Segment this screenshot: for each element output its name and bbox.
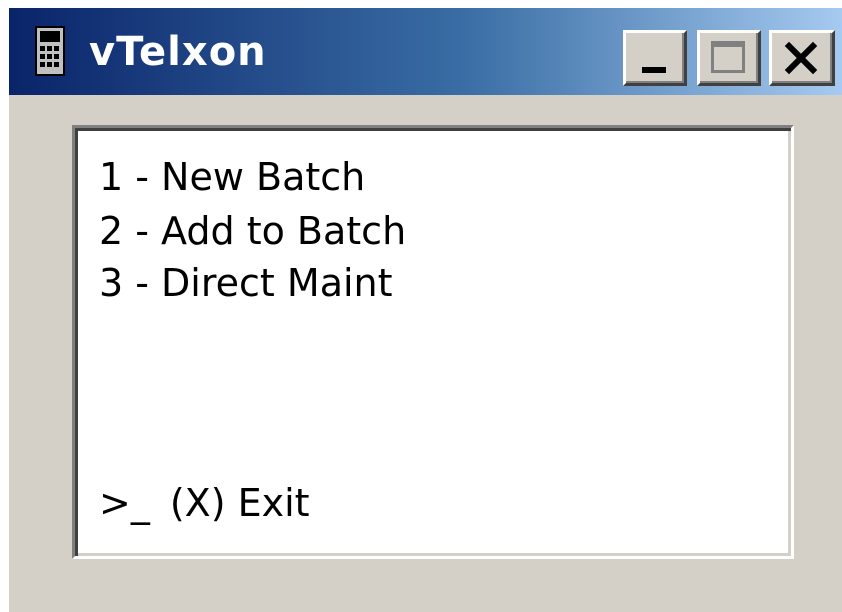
menu-option-add-to-batch[interactable]: 2 - Add to Batch	[99, 204, 406, 258]
close-icon	[780, 37, 822, 79]
window-title: vTelxon	[89, 29, 267, 75]
vtelxon-window: vTelxon 1 - New Batch 2 - Add to Batch 3…	[9, 8, 842, 612]
maximize-icon	[711, 41, 745, 73]
command-prompt-line[interactable]: >_ (X) Exit	[99, 476, 310, 530]
menu-option-direct-maint[interactable]: 3 - Direct Maint	[99, 256, 393, 310]
title-bar[interactable]: vTelxon	[9, 8, 842, 95]
close-button[interactable]	[769, 30, 835, 86]
maximize-button[interactable]	[697, 30, 761, 86]
exit-option[interactable]: (X) Exit	[170, 481, 310, 525]
calculator-icon[interactable]	[35, 26, 65, 76]
minimize-button[interactable]	[623, 30, 687, 86]
menu-option-new-batch[interactable]: 1 - New Batch	[99, 150, 365, 204]
minimize-icon	[642, 67, 666, 73]
input-prompt[interactable]: >_	[99, 481, 150, 525]
terminal-screen[interactable]: 1 - New Batch 2 - Add to Batch 3 - Direc…	[72, 125, 794, 559]
